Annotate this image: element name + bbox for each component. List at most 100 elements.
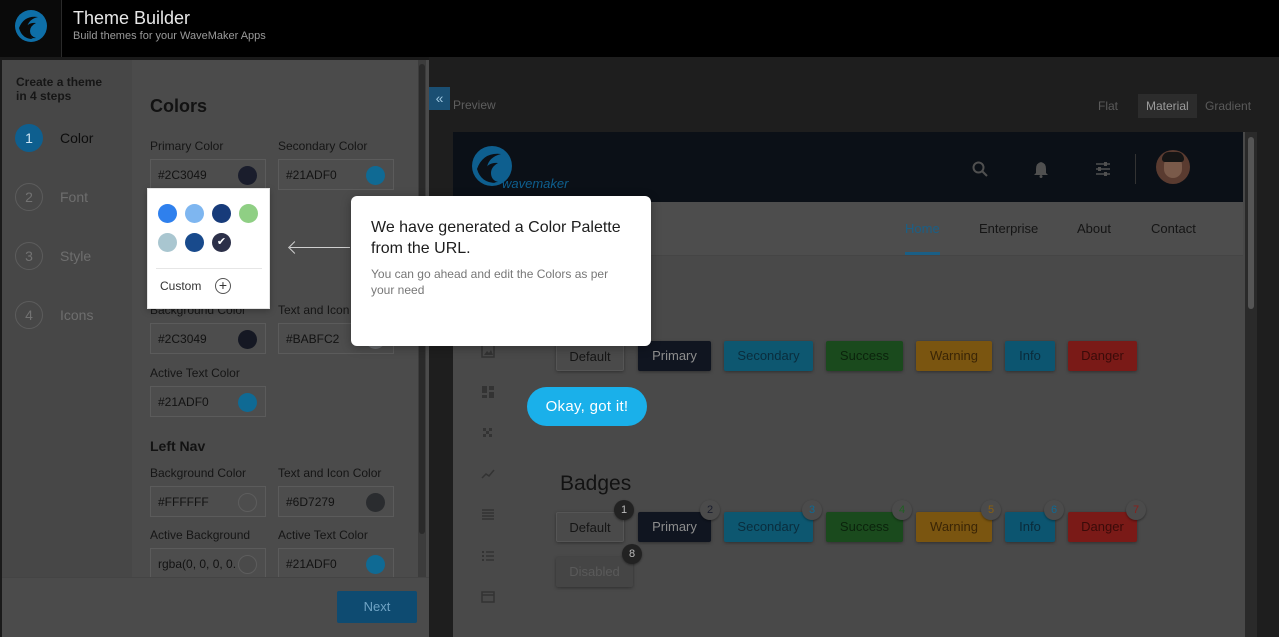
palette-swatch[interactable]	[158, 204, 177, 223]
okay-got-it-button[interactable]: Okay, got it!	[527, 387, 647, 426]
primary-color-field[interactable]: #2C3049	[150, 159, 266, 190]
steps-sidebar: Create a theme in 4 steps 1 Color 2 Font…	[2, 60, 132, 577]
preview-button-warning[interactable]: Warning	[916, 341, 992, 371]
color-palette-popup: ✔ Custom +	[147, 188, 270, 309]
wavemaker-logo-icon	[15, 10, 47, 42]
preview-scrollbar[interactable]	[1245, 132, 1257, 637]
list-lines-icon[interactable]	[481, 508, 495, 522]
leftnav-text-icon-field[interactable]: #6D7279	[278, 486, 394, 517]
color-swatch[interactable]	[238, 330, 257, 349]
palette-swatch[interactable]	[239, 204, 258, 223]
preview-button-info[interactable]: Info	[1005, 341, 1055, 371]
list-bullets-icon[interactable]	[481, 549, 495, 563]
badge-button-default[interactable]: Default	[556, 512, 624, 542]
badge-button-primary[interactable]: Primary	[638, 512, 711, 542]
badge-button-danger[interactable]: Danger	[1068, 512, 1137, 542]
leftnav-active-text-field[interactable]: #21ADF0	[278, 548, 394, 577]
arrow-left-icon	[290, 247, 350, 248]
color-swatch[interactable]	[366, 493, 385, 512]
preview-header: wavemaker	[453, 132, 1243, 202]
app-subtitle: Build themes for your WaveMaker Apps	[73, 30, 266, 42]
primary-color-label: Primary Color	[150, 139, 224, 153]
trend-icon[interactable]	[481, 467, 495, 481]
field-value: #6D7279	[286, 495, 335, 509]
preview-button-primary[interactable]: Primary	[638, 341, 711, 371]
color-swatch[interactable]	[366, 555, 385, 574]
badges-heading: Badges	[560, 472, 632, 495]
tooltip-body: You can go ahead and edit the Colors as …	[371, 267, 609, 297]
palette-swatch[interactable]	[185, 233, 204, 252]
search-icon[interactable]	[972, 161, 988, 177]
field-value: #21ADF0	[286, 557, 337, 571]
app-logo	[0, 0, 62, 57]
color-swatch[interactable]	[238, 493, 257, 512]
secondary-color-field[interactable]: #21ADF0	[278, 159, 394, 190]
dashboard-icon[interactable]	[481, 385, 495, 399]
next-button[interactable]: Next	[337, 591, 417, 623]
field-value: #2C3049	[158, 168, 207, 182]
style-option-material[interactable]: Material	[1138, 94, 1197, 118]
double-chevron-left-icon[interactable]: «	[429, 87, 450, 110]
leftnav-active-bg-field[interactable]: rgba(0, 0, 0, 0.05)	[150, 548, 266, 577]
badge-button-secondary[interactable]: Secondary	[724, 512, 813, 542]
count-badge: 8	[622, 544, 642, 564]
step-style[interactable]: 3 Style	[15, 242, 125, 272]
color-swatch[interactable]	[366, 166, 385, 185]
badge-button-success[interactable]: Success	[826, 512, 903, 542]
field-value: #21ADF0	[286, 168, 337, 182]
nav-contact[interactable]: Contact	[1151, 221, 1196, 236]
preview-label: Preview	[453, 98, 496, 112]
preview-button-secondary[interactable]: Secondary	[724, 341, 813, 371]
field-value: #21ADF0	[158, 395, 209, 409]
count-badge: 5	[981, 500, 1001, 520]
preview-logo-text: wavemaker	[502, 176, 569, 191]
avatar-hair	[1162, 152, 1184, 162]
field-value: #FFFFFF	[158, 495, 209, 509]
bell-icon[interactable]	[1033, 161, 1049, 178]
plus-circle-icon[interactable]: +	[215, 278, 231, 294]
step-label: Color	[60, 130, 94, 146]
step-icons[interactable]: 4 Icons	[15, 301, 125, 331]
count-badge: 6	[1044, 500, 1064, 520]
badge-button-disabled: Disabled	[556, 557, 633, 587]
badge-button-warning[interactable]: Warning	[916, 512, 992, 542]
palette-swatch[interactable]	[212, 204, 231, 223]
active-text-color-field[interactable]: #21ADF0	[150, 386, 266, 417]
color-swatch[interactable]	[238, 393, 257, 412]
leftnav-background-field[interactable]: #FFFFFF	[150, 486, 266, 517]
palette-swatch[interactable]	[185, 204, 204, 223]
preview-button-danger[interactable]: Danger	[1068, 341, 1137, 371]
nav-enterprise[interactable]: Enterprise	[979, 221, 1038, 236]
custom-color-label: Custom	[160, 279, 202, 293]
color-swatch[interactable]	[238, 166, 257, 185]
onboarding-tooltip: We have generated a Color Palette from t…	[351, 196, 651, 346]
nav-about[interactable]: About	[1077, 221, 1111, 236]
secondary-color-label: Secondary Color	[278, 139, 368, 153]
palette-swatch-selected[interactable]: ✔	[212, 233, 231, 252]
count-badge: 3	[802, 500, 822, 520]
leftnav-background-label: Background Color	[150, 466, 247, 480]
style-option-flat[interactable]: Flat	[1098, 94, 1118, 118]
sliders-icon[interactable]	[1095, 162, 1111, 176]
preview-button-success[interactable]: Success	[826, 341, 903, 371]
background-color-field[interactable]: #2C3049	[150, 323, 266, 354]
count-badge: 4	[892, 500, 912, 520]
check-icon: ✔	[216, 236, 227, 248]
scrollbar-thumb[interactable]	[1248, 137, 1254, 309]
avatar[interactable]	[1156, 150, 1190, 184]
app-title: Theme Builder	[73, 8, 191, 28]
color-swatch[interactable]	[238, 555, 257, 574]
palette-swatch[interactable]	[158, 233, 177, 252]
leftnav-text-icon-label: Text and Icon Color	[278, 466, 382, 480]
step-font[interactable]: 2 Font	[15, 183, 125, 213]
top-bar: Theme Builder Build themes for your Wave…	[0, 0, 1279, 57]
left-nav-heading: Left Nav	[150, 438, 206, 454]
step-number: 3	[15, 242, 43, 270]
step-label: Icons	[60, 307, 94, 323]
grid-dots-icon[interactable]	[481, 426, 495, 440]
nav-home[interactable]: Home	[905, 221, 940, 236]
style-option-gradient[interactable]: Gradient	[1205, 94, 1251, 118]
window-icon[interactable]	[481, 590, 495, 604]
step-color[interactable]: 1 Color	[15, 124, 125, 154]
image-icon[interactable]	[481, 344, 495, 358]
